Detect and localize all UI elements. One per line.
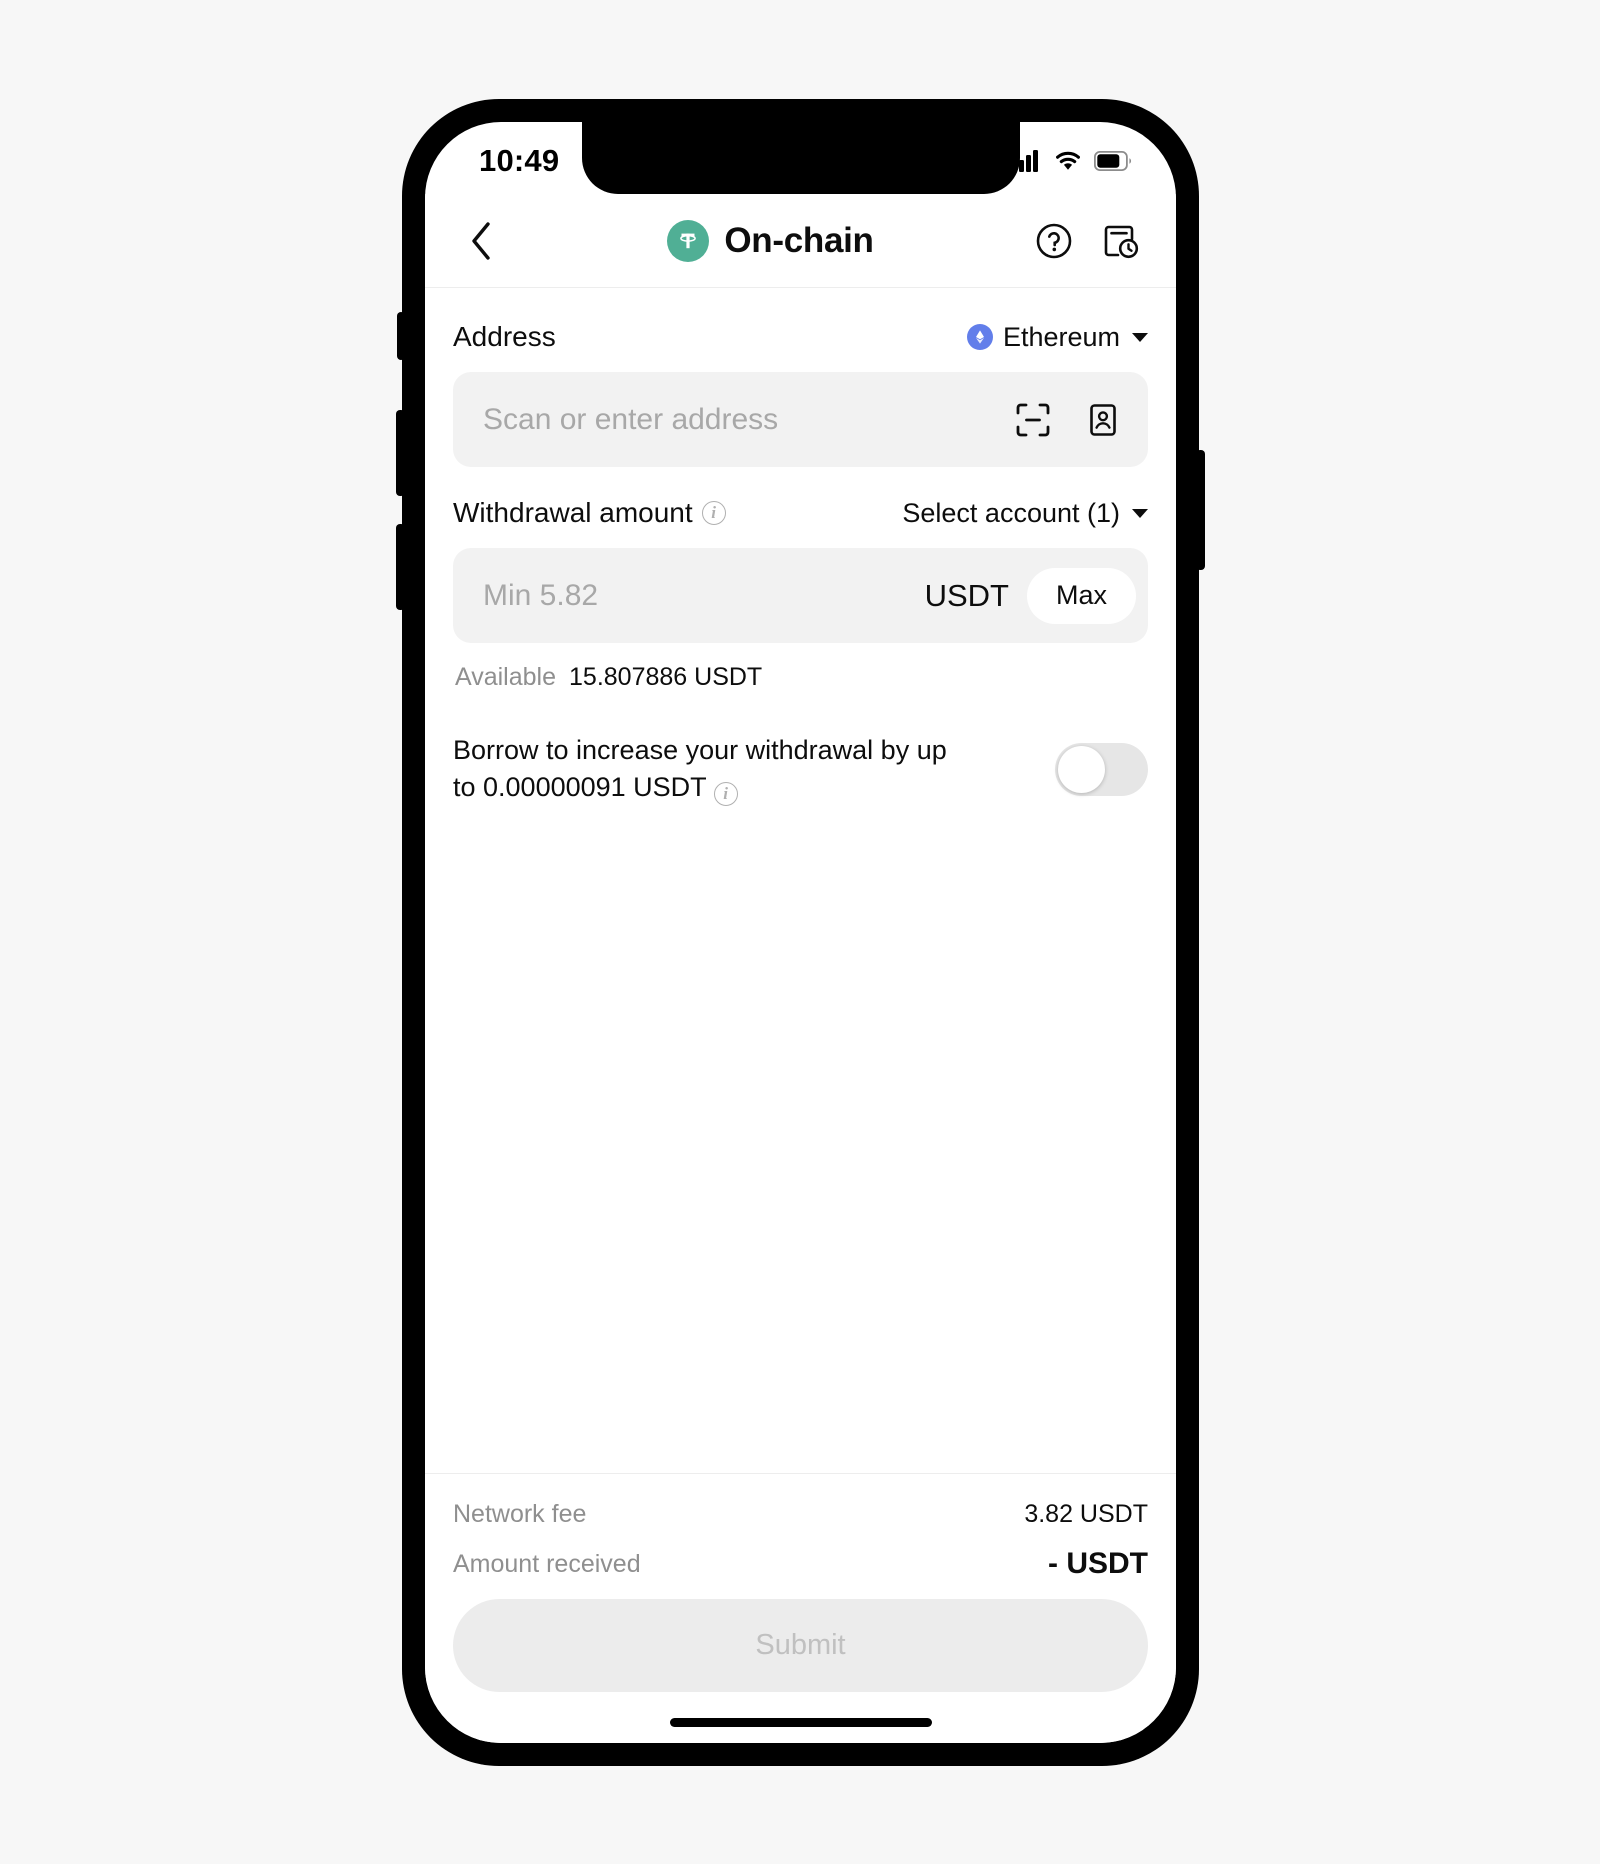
amount-label-group: Withdrawal amount i [453,497,726,529]
chevron-left-icon [472,221,490,260]
phone-screen: 10:49 On-chain Address Ethereum Scan or … [425,122,1176,1743]
volume-up-button[interactable] [396,410,405,496]
borrow-row: Borrow to increase your withdrawal by up… [453,732,1148,807]
transaction-history-icon [1104,225,1139,258]
address-label-row: Address Ethereum [453,321,1148,353]
submit-button[interactable]: Submit [453,1599,1148,1692]
account-selector[interactable]: Select account (1) [902,498,1148,529]
ethereum-logo [966,324,993,350]
amount-input[interactable]: Min 5.82 [483,579,925,613]
battery-icon [1094,151,1132,171]
home-indicator [669,1718,932,1727]
available-label: Available [455,663,557,691]
amount-label-row: Withdrawal amount i Select account (1) [453,497,1148,529]
question-circle-icon [1036,223,1072,258]
network-selector[interactable]: Ethereum [966,321,1148,353]
volume-down-button[interactable] [396,524,405,610]
qr-scan-icon [1016,403,1050,436]
app-header: On-chain [425,194,1176,288]
info-circle-icon[interactable]: i [713,781,738,806]
borrow-description: Borrow to increase your withdrawal by up… [453,732,973,807]
network-fee-row: Network fee 3.82 USDT [453,1500,1148,1529]
borrow-description-text: Borrow to increase your withdrawal by up… [453,735,947,803]
max-button[interactable]: Max [1026,567,1136,624]
form-area: Address Ethereum Scan or enter address W… [425,289,1176,1473]
network-fee-label: Network fee [453,1500,587,1528]
silent-switch[interactable] [397,312,405,360]
help-button[interactable] [1032,219,1076,263]
status-icons [1012,144,1132,172]
transaction-history-button[interactable] [1098,219,1142,263]
phone-frame: 10:49 On-chain Address Ethereum Scan or … [396,100,1205,1765]
wifi-icon [1056,151,1080,170]
address-book-button[interactable] [1082,399,1124,441]
phone-notch [581,122,1020,194]
borrow-toggle[interactable] [1055,742,1148,796]
chevron-down-icon [1132,332,1148,342]
back-button[interactable] [453,213,509,269]
amount-received-value: - USDT [1048,1547,1148,1580]
page-title: On-chain [724,220,874,260]
amount-label: Withdrawal amount [453,497,693,528]
chevron-down-icon [1132,508,1148,518]
main-content: Address Ethereum Scan or enter address W… [425,289,1176,1743]
available-value: 15.807886 USDT [569,663,763,691]
address-input-wrapper[interactable]: Scan or enter address [453,372,1148,467]
available-balance-row: Available 15.807886 USDT [453,663,1148,692]
amount-received-label: Amount received [453,1549,641,1578]
amount-input-wrapper[interactable]: Min 5.82 USDT Max [453,548,1148,643]
header-title-group: On-chain [509,219,1032,262]
account-selector-label: Select account (1) [902,497,1120,528]
amount-received-row: Amount received - USDT [453,1547,1148,1581]
address-input[interactable]: Scan or enter address [483,403,1012,437]
network-fee-value: 3.82 USDT [1024,1500,1148,1528]
amount-currency: USDT [924,577,1009,613]
status-time: 10:49 [479,143,560,178]
footer-summary: Network fee 3.82 USDT Amount received - … [425,1473,1176,1743]
info-circle-icon[interactable]: i [701,501,726,525]
address-label: Address [453,321,556,352]
header-actions [1032,219,1148,263]
scan-qr-button[interactable] [1012,399,1054,441]
network-name: Ethereum [1002,321,1120,352]
address-book-icon [1090,403,1116,436]
address-input-actions [1012,399,1124,441]
usdt-tether-logo [667,219,710,262]
power-button[interactable] [1196,450,1205,570]
